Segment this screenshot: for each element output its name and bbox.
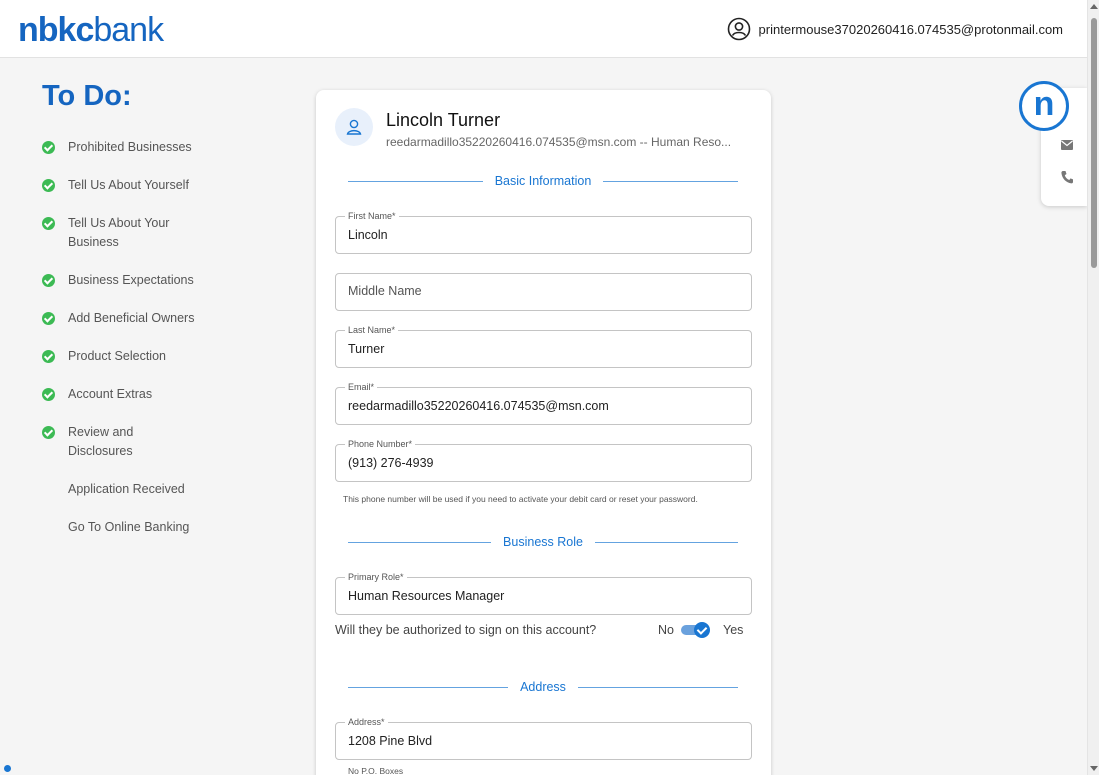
todo-item-label: Business Expectations: [68, 273, 194, 287]
section-address: Address: [348, 680, 739, 694]
owner-form-card: Lincoln Turner reedarmadillo35220260416.…: [316, 90, 771, 775]
field-value: Human Resources Manager: [348, 589, 505, 603]
field-value: Lincoln: [348, 228, 388, 242]
todo-item-business-expectations[interactable]: Business Expectations: [42, 271, 272, 290]
section-business-role: Business Role: [348, 535, 738, 549]
todo-item-product-selection[interactable]: Product Selection: [42, 347, 272, 366]
todo-item-review-and-disclosures[interactable]: Review and Disclosures: [42, 423, 272, 461]
authorized-signer-toggle[interactable]: [681, 622, 711, 638]
todo-item-label: Add Beneficial Owners: [68, 311, 195, 325]
status-dot: [4, 765, 11, 772]
phone-number-field[interactable]: Phone Number* (913) 276-4939: [335, 438, 752, 482]
todo-item-prohibited-businesses[interactable]: Prohibited Businesses: [42, 138, 272, 157]
todo-item-label: Product Selection: [68, 349, 166, 363]
toggle-check-icon: [694, 622, 710, 638]
owner-subline: reedarmadillo35220260416.074535@msn.com …: [386, 135, 732, 149]
email-field[interactable]: Email* reedarmadillo35220260416.074535@m…: [335, 381, 752, 425]
todo-item-application-received[interactable]: Application Received: [42, 480, 272, 499]
phone-icon[interactable]: [1061, 170, 1073, 184]
scroll-up-arrow-icon[interactable]: [1090, 4, 1098, 9]
field-label: First Name*: [345, 210, 399, 222]
toggle-yes-label: Yes: [723, 623, 744, 637]
phone-hint: This phone number will be used if you ne…: [343, 494, 698, 504]
middle-name-input[interactable]: [348, 284, 738, 298]
page-scrollbar[interactable]: [1087, 0, 1099, 775]
todo-list: Prohibited Businesses Tell Us About Your…: [42, 138, 272, 556]
todo-item-label: Prohibited Businesses: [68, 140, 192, 154]
authorized-signer-question: Will they be authorized to sign on this …: [335, 623, 597, 637]
field-label: Phone Number*: [345, 438, 416, 450]
todo-item-label: Account Extras: [68, 387, 153, 401]
user-email: printermouse37020260416.074535@protonmai…: [758, 21, 1063, 37]
mail-icon[interactable]: [1061, 140, 1073, 150]
todo-item-go-to-online-banking[interactable]: Go To Online Banking: [42, 518, 272, 537]
user-circle-icon: [727, 17, 750, 41]
todo-item-tell-us-about-your-business[interactable]: Tell Us About Your Business: [42, 214, 272, 252]
nbkc-badge[interactable]: n: [1019, 81, 1069, 131]
check-circle-icon: [42, 350, 55, 363]
middle-name-field[interactable]: [335, 273, 752, 311]
address-field[interactable]: Address* 1208 Pine Blvd: [335, 716, 752, 760]
section-title: Basic Information: [494, 174, 592, 188]
section-title: Address: [520, 680, 566, 694]
check-circle-icon: [42, 141, 55, 154]
primary-role-field[interactable]: Primary Role* Human Resources Manager: [335, 571, 752, 615]
check-circle-icon: [42, 179, 55, 192]
todo-item-label: Application Received: [68, 482, 185, 496]
check-circle-icon: [42, 426, 55, 439]
todo-item-label: Review and Disclosures: [68, 425, 134, 458]
logo-text-nbkc: nbkc: [18, 11, 94, 49]
field-label: Last Name*: [345, 324, 399, 336]
todo-item-label: Tell Us About Yourself: [68, 178, 189, 192]
check-circle-icon: [42, 217, 55, 230]
user-menu[interactable]: printermouse37020260416.074535@protonmai…: [727, 17, 1063, 41]
check-circle-icon: [42, 274, 55, 287]
person-icon: [346, 119, 362, 135]
section-basic-information: Basic Information: [348, 174, 739, 188]
avatar: [335, 108, 373, 146]
first-name-field[interactable]: First Name* Lincoln: [335, 210, 752, 254]
last-name-field[interactable]: Last Name* Turner: [335, 324, 752, 368]
toggle-no-label: No: [658, 623, 674, 637]
check-circle-icon: [42, 312, 55, 325]
field-value: 1208 Pine Blvd: [348, 734, 433, 748]
check-circle-icon: [42, 388, 55, 401]
field-label: Email*: [345, 381, 378, 393]
todo-title: To Do:: [42, 80, 132, 112]
section-title: Business Role: [503, 535, 583, 549]
top-bar: nbkcbank printermouse37020260416.074535@…: [0, 0, 1087, 58]
nbkc-logo[interactable]: nbkcbank: [18, 11, 164, 49]
field-label: Address*: [345, 716, 388, 728]
todo-item-label: Go To Online Banking: [68, 520, 190, 534]
owner-name: Lincoln Turner: [386, 110, 501, 130]
address-hint: No P.O. Boxes: [348, 766, 404, 775]
todo-item-add-beneficial-owners[interactable]: Add Beneficial Owners: [42, 309, 272, 328]
todo-item-tell-us-about-yourself[interactable]: Tell Us About Yourself: [42, 176, 272, 195]
todo-item-account-extras[interactable]: Account Extras: [42, 385, 272, 404]
scrollbar-thumb[interactable]: [1091, 18, 1097, 268]
scroll-down-arrow-icon[interactable]: [1090, 766, 1098, 771]
field-value: reedarmadillo35220260416.074535@msn.com: [348, 399, 609, 413]
todo-item-label: Tell Us About Your Business: [68, 216, 170, 249]
field-value: (913) 276-4939: [348, 456, 434, 470]
logo-text-bank: bank: [93, 11, 164, 49]
field-value: Turner: [348, 342, 385, 356]
field-label: Primary Role*: [345, 571, 407, 583]
